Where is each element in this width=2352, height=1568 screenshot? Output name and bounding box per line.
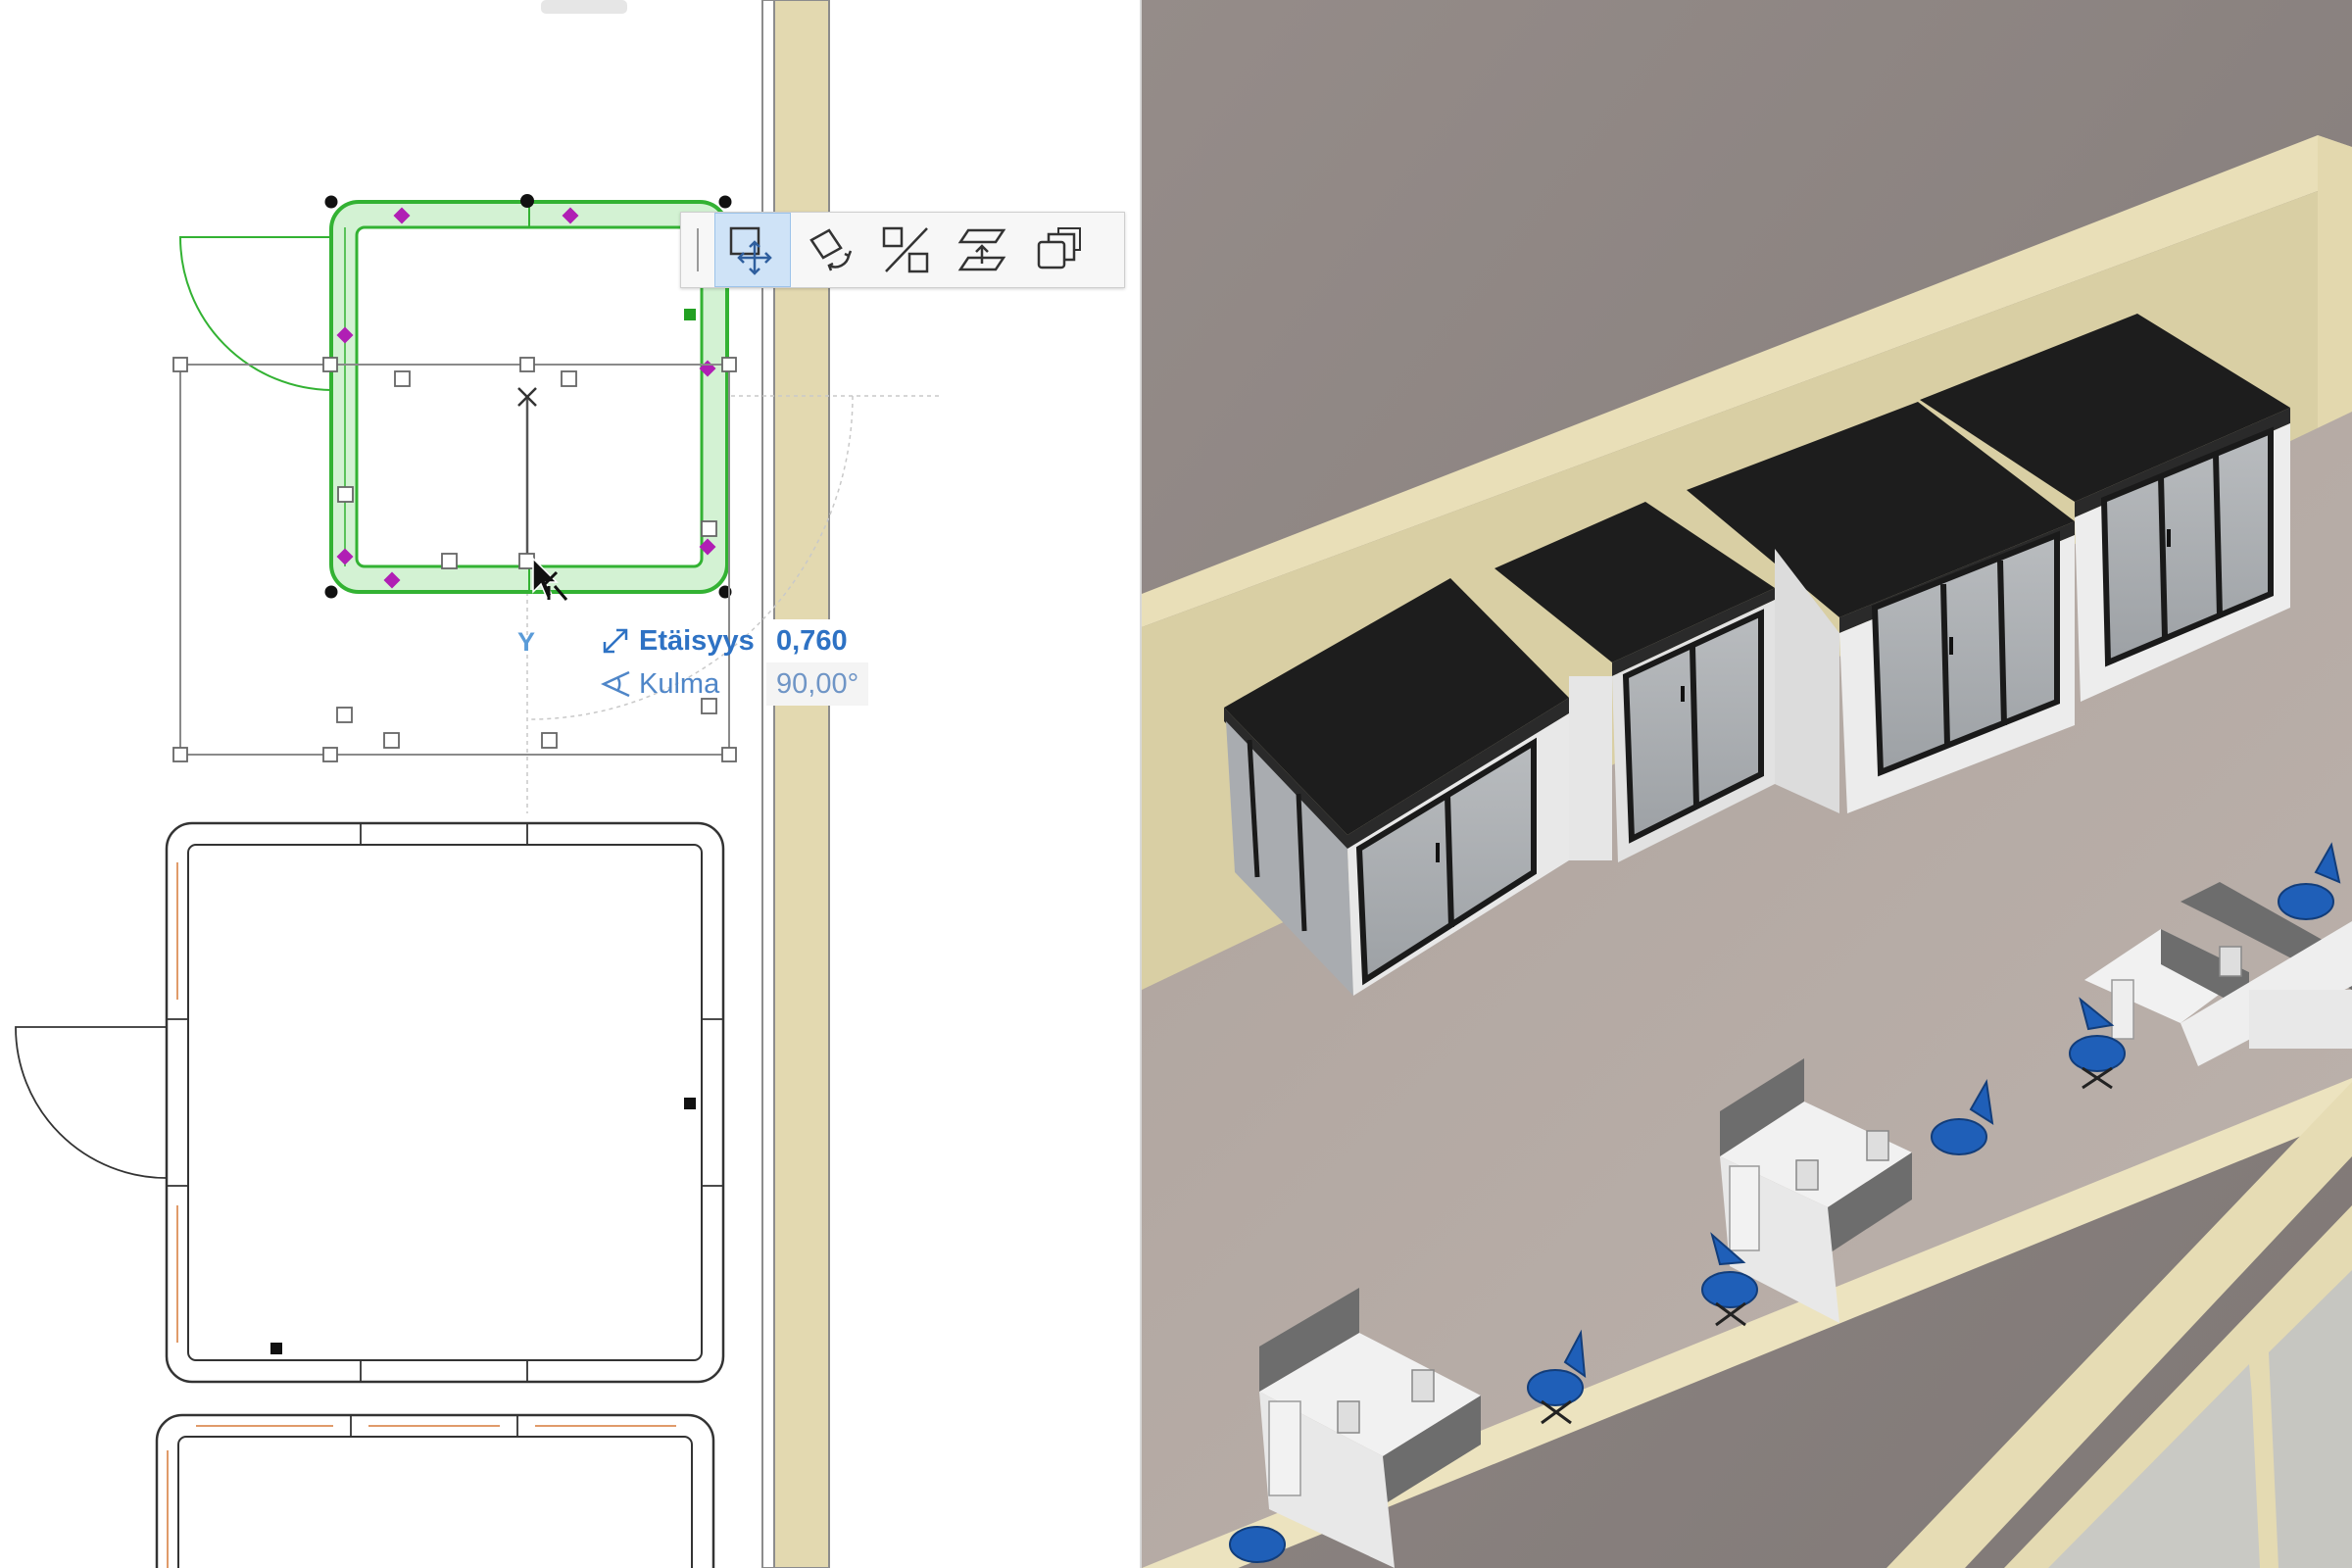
3d-view[interactable] — [1142, 0, 2352, 1568]
tracker-axis-label: Y — [517, 627, 536, 657]
tracker-angle-row: Kulma 90,00° — [600, 662, 869, 706]
multiply-copy-icon — [1037, 227, 1081, 270]
archicad-workspace: Y Etäisyys 0,760 Kulma 90,00° — [0, 0, 2352, 1568]
pod-plan-3[interactable] — [155, 1413, 715, 1568]
rotate-button[interactable] — [791, 213, 867, 287]
pod-plan-2[interactable] — [15, 821, 725, 1384]
distance-value-field[interactable]: 0,760 — [766, 619, 858, 662]
elevate-button[interactable] — [944, 213, 1020, 287]
distance-label: Etäisyys — [639, 624, 755, 657]
angle-icon — [601, 670, 630, 698]
drag-button[interactable] — [714, 213, 791, 287]
floor-plan-view[interactable]: Y Etäisyys 0,760 Kulma 90,00° — [0, 0, 1140, 1568]
rotate-icon — [809, 228, 853, 271]
drag-move-icon — [729, 226, 772, 275]
distance-icon — [603, 628, 628, 654]
pet-palette — [680, 212, 1125, 288]
angle-label: Kulma — [639, 667, 720, 700]
multiply-button[interactable] — [1020, 213, 1097, 287]
angle-value-field[interactable]: 90,00° — [766, 662, 869, 706]
tracker: Y Etäisyys 0,760 Kulma 90,00° — [510, 615, 882, 723]
3d-canvas[interactable] — [1142, 0, 2352, 1568]
mirror-button[interactable] — [867, 213, 944, 287]
palette-grip[interactable] — [681, 213, 714, 287]
tracker-distance-row: Etäisyys 0,760 — [600, 619, 858, 662]
elevate-icon — [957, 228, 1006, 271]
selected-pod[interactable] — [178, 194, 732, 599]
scroll-tab-top[interactable] — [541, 0, 627, 14]
mirror-icon — [882, 226, 929, 273]
